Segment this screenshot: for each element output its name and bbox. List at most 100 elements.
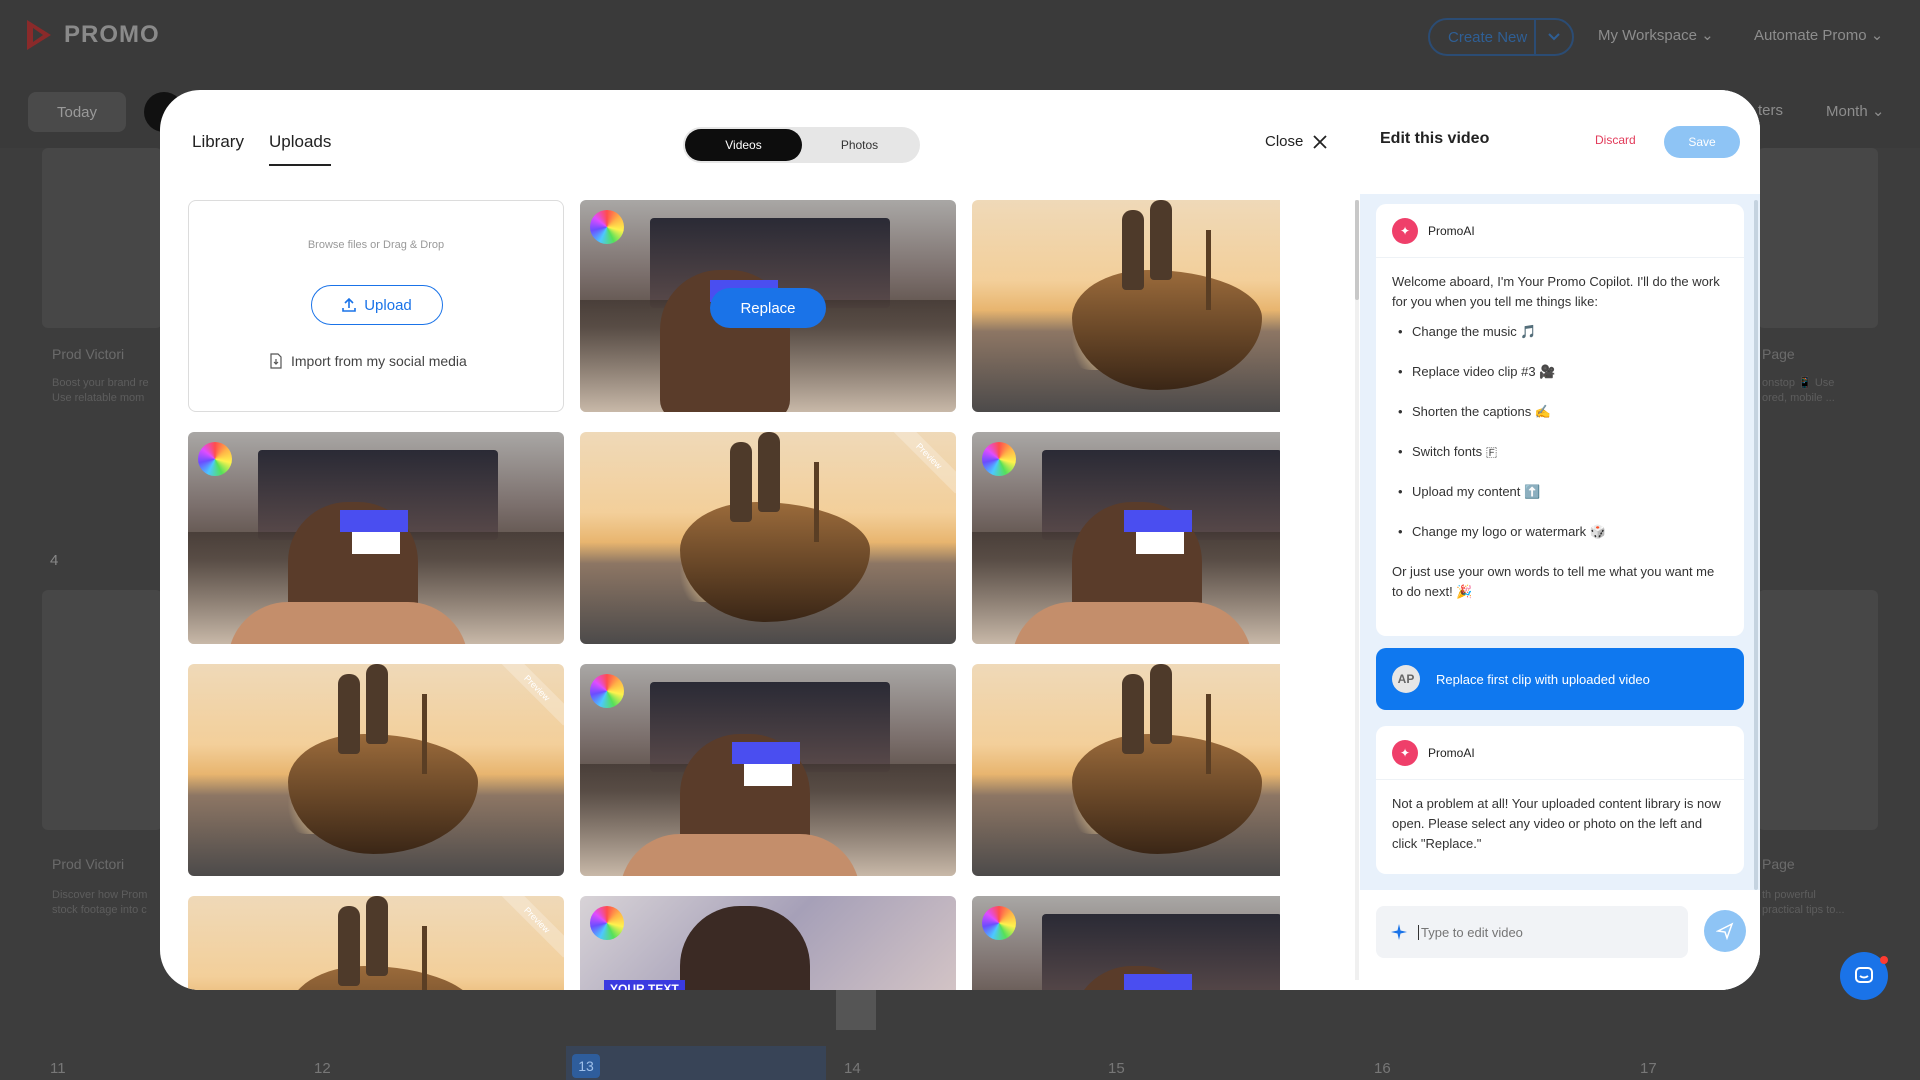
post-card[interactable] <box>1758 590 1878 830</box>
chat-input-bar <box>1360 890 1760 990</box>
thumbnail-image <box>338 674 360 754</box>
welcome-text: Welcome aboard, I'm Your Promo Copilot. … <box>1392 274 1720 309</box>
replace-button[interactable]: Replace <box>710 288 826 328</box>
text-overlay: YOUR TEXT <box>604 980 685 990</box>
nav-my-workspace[interactable]: My Workspace ⌄ <box>1598 26 1714 44</box>
chat-input[interactable] <box>1418 924 1658 940</box>
list-item: Change the music 🎵 <box>1392 322 1728 342</box>
month-label: Month <box>1826 103 1868 120</box>
brand-logo[interactable]: PROMO <box>24 18 160 52</box>
media-item[interactable] <box>580 664 956 876</box>
preview-watermark: Preview <box>499 896 564 958</box>
media-item[interactable]: Replace <box>580 200 956 412</box>
avatar: AP <box>1392 665 1420 693</box>
post-card[interactable] <box>42 148 162 328</box>
media-item[interactable]: Preview <box>580 432 956 644</box>
create-new-label: Create New <box>1448 28 1528 46</box>
edit-video-panel: Edit this video Discard Save ✦ PromoAI W… <box>1360 90 1760 990</box>
assistant-name: PromoAI <box>1428 223 1475 238</box>
filters-button[interactable]: ters <box>1758 102 1783 119</box>
brand-name: PROMO <box>64 21 160 48</box>
media-item[interactable]: Preview <box>188 896 564 990</box>
list-item: Switch fonts 🇫 <box>1392 442 1728 462</box>
send-icon <box>1716 922 1734 940</box>
media-library-modal: Library Uploads Videos Photos Close Brow… <box>160 90 1760 990</box>
import-social-link[interactable]: Import from my social media <box>269 353 467 369</box>
thumbnail-image <box>1072 734 1262 854</box>
promo-logo-icon <box>27 20 51 50</box>
post-desc: th powerful practical tips to... <box>1762 889 1845 916</box>
thumbnail-image <box>288 734 478 854</box>
sparkle-icon: ✦ <box>1392 739 1418 766</box>
day-number: 16 <box>1374 1060 1391 1077</box>
thumbnail-image <box>422 926 427 990</box>
grid-scrollbar[interactable] <box>1355 200 1359 980</box>
media-item[interactable]: YOUR TEXT <box>580 896 956 990</box>
assistant-message: ✦ PromoAI Welcome aboard, I'm Your Promo… <box>1376 204 1744 636</box>
nav-label: My Workspace <box>1598 27 1697 44</box>
media-item[interactable] <box>188 432 564 644</box>
grid-scrollbar-thumb[interactable] <box>1355 200 1359 300</box>
create-new-button[interactable]: Create New <box>1428 18 1574 56</box>
welcome-tail: Or just use your own words to tell me wh… <box>1392 564 1715 599</box>
thumbnail-image <box>338 906 360 986</box>
sparkle-icon: ✦ <box>1392 217 1418 244</box>
send-button[interactable] <box>1704 910 1746 952</box>
thumbnail-image <box>680 502 870 622</box>
list-item: Replace video clip #3 🎥 <box>1392 362 1728 382</box>
chevron-down-icon[interactable] <box>1534 20 1572 54</box>
media-item[interactable]: Preview <box>188 664 564 876</box>
thumbnail-image <box>422 694 427 774</box>
chevron-down-icon: ⌄ <box>1701 27 1714 44</box>
chevron-down-icon: ⌄ <box>1871 103 1885 120</box>
close-button[interactable]: Close <box>1265 133 1327 150</box>
segment-photos[interactable]: Photos <box>801 129 918 161</box>
thumbnail-image <box>228 602 468 644</box>
discard-button[interactable]: Discard <box>1595 133 1636 147</box>
tab-uploads[interactable]: Uploads <box>269 132 332 166</box>
overlay-block <box>340 510 408 532</box>
color-wheel-icon <box>982 906 1016 940</box>
chevron-down-icon: ⌄ <box>1870 27 1884 44</box>
thumbnail-image <box>366 896 388 976</box>
post-thumbnail[interactable] <box>836 990 876 1030</box>
day-number: 4 <box>50 552 59 569</box>
day-number: 15 <box>1108 1060 1125 1077</box>
upload-hint: Browse files or Drag & Drop <box>307 239 445 251</box>
tab-library[interactable]: Library <box>192 132 244 152</box>
chat-input-wrapper[interactable] <box>1376 906 1688 958</box>
thumbnail-image <box>620 834 860 876</box>
upload-icon <box>342 298 357 312</box>
upload-button[interactable]: Upload <box>311 285 443 325</box>
media-item[interactable]: Preview <box>972 664 1280 876</box>
media-item[interactable] <box>972 896 1280 990</box>
color-wheel-icon <box>590 210 624 244</box>
overlay-block <box>352 532 400 554</box>
color-wheel-icon <box>982 442 1016 476</box>
day-number-today: 13 <box>572 1054 600 1078</box>
overlay-block <box>1136 532 1184 554</box>
color-wheel-icon <box>198 442 232 476</box>
nav-label: Automate Promo <box>1754 27 1867 44</box>
media-item[interactable]: Preview <box>972 200 1280 412</box>
import-file-icon <box>270 353 282 369</box>
segment-videos[interactable]: Videos <box>685 129 802 161</box>
media-type-toggle: Videos Photos <box>683 127 920 163</box>
preview-watermark: Preview <box>891 432 956 494</box>
nav-automate-promo[interactable]: Automate Promo ⌄ <box>1754 26 1883 44</box>
month-select[interactable]: Month ⌄ <box>1826 102 1884 120</box>
preview-watermark: Preview <box>499 664 564 726</box>
thumbnail-image <box>1072 270 1262 390</box>
upload-dropzone[interactable]: Browse files or Drag & Drop Upload Impor… <box>188 200 564 412</box>
today-button[interactable]: Today <box>28 92 126 132</box>
post-desc: Discover how Prom stock footage into c <box>52 889 148 916</box>
post-card[interactable] <box>1758 148 1878 328</box>
post-card[interactable] <box>42 590 162 830</box>
chat-scrollbar[interactable] <box>1754 200 1758 890</box>
close-label: Close <box>1265 133 1304 150</box>
thumbnail-image <box>1122 210 1144 290</box>
close-icon <box>1313 134 1327 149</box>
media-item[interactable] <box>972 432 1280 644</box>
save-button[interactable]: Save <box>1664 126 1740 158</box>
user-message-text: Replace first clip with uploaded video <box>1436 671 1650 687</box>
